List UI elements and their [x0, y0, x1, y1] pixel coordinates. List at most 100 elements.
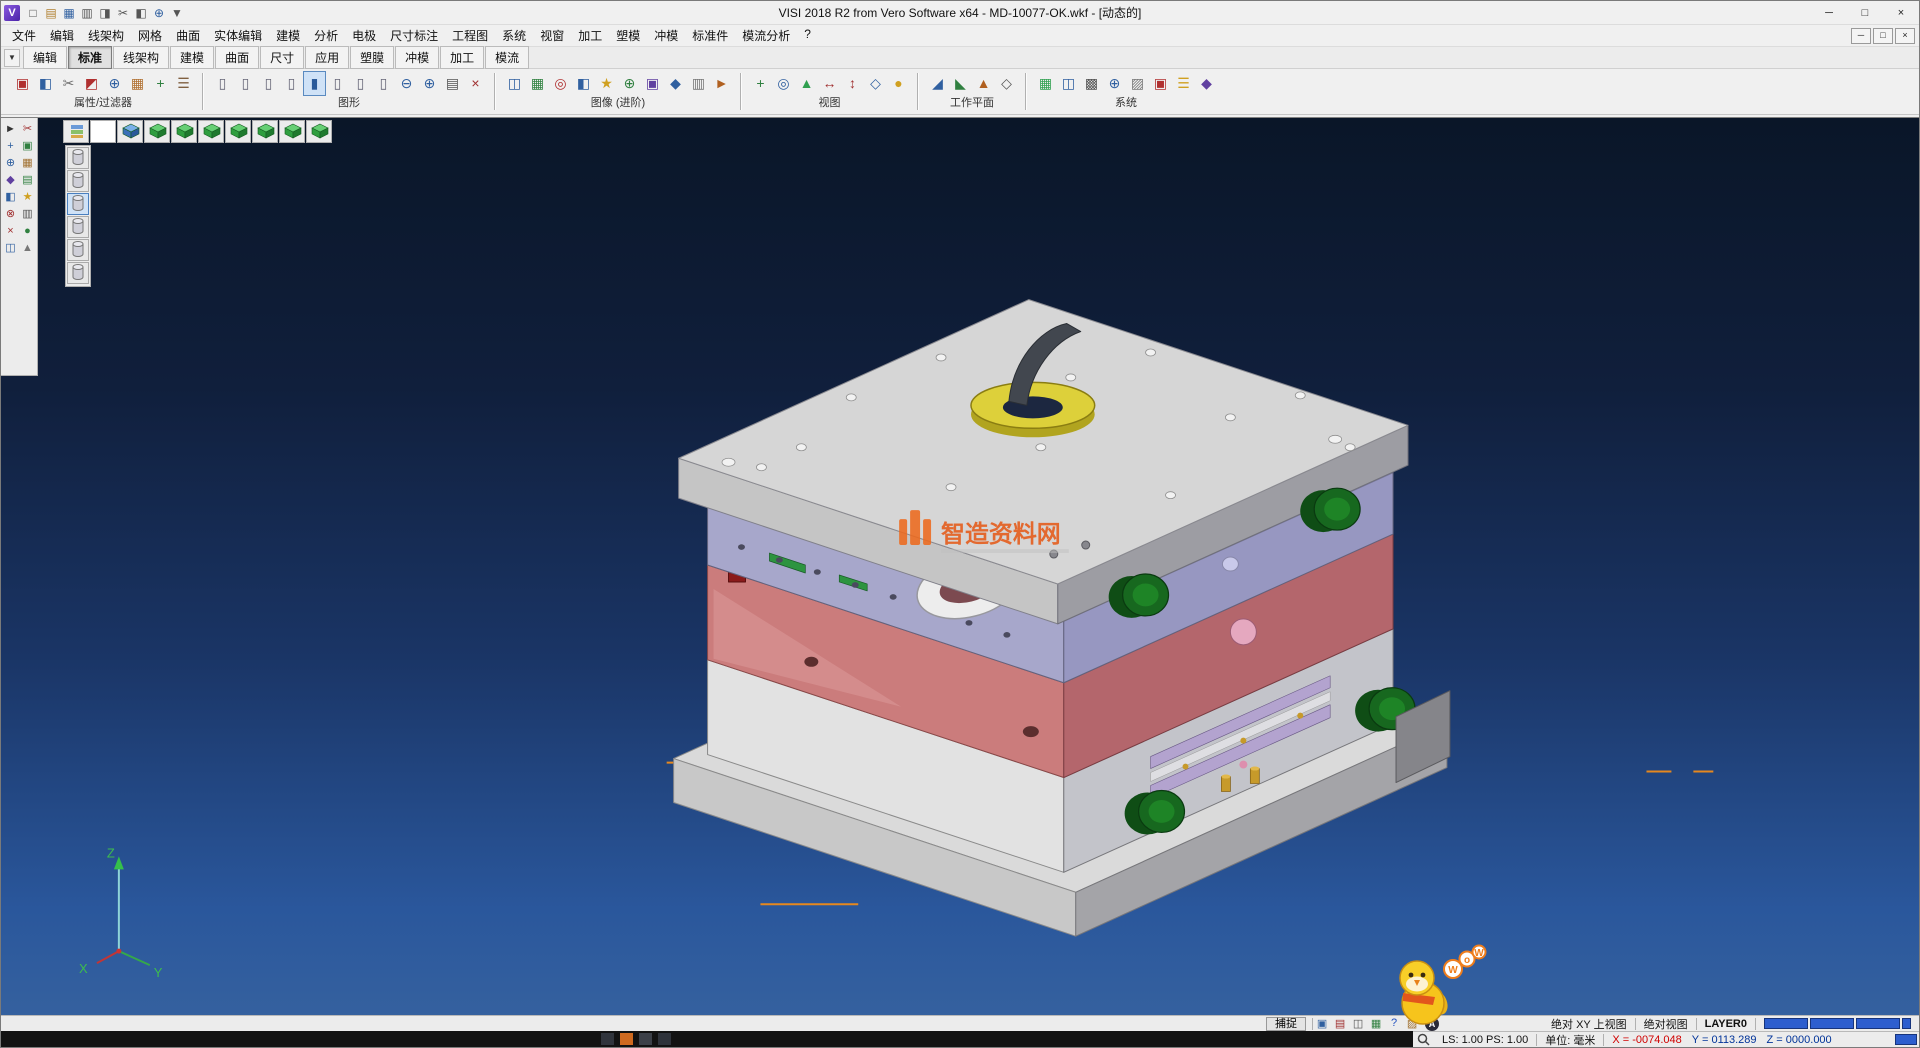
status-icon-1[interactable]: ▤ [1331, 1017, 1349, 1030]
absolute-view-label[interactable]: 绝对视图 [1636, 1016, 1696, 1032]
toolbar-icon-5-7[interactable]: ◆ [1195, 71, 1218, 96]
toolbar-icon-3-5[interactable]: ◇ [864, 71, 887, 96]
toolbar-icon-1-10[interactable]: ▤ [441, 71, 464, 96]
toolbar-icon-3-2[interactable]: ▲ [795, 71, 818, 96]
toolbar-icon-0-1[interactable]: ◧ [34, 71, 57, 96]
view-cube-icon-7[interactable] [252, 120, 278, 143]
toolbar-icon-1-6[interactable]: ▯ [349, 71, 372, 96]
toolbar-icon-2-4[interactable]: ★ [595, 71, 618, 96]
open-file-icon[interactable]: ▤ [42, 4, 60, 22]
toolbar-icon-1-5[interactable]: ▯ [326, 71, 349, 96]
sidebar-icon-10[interactable]: ⊗ [2, 205, 19, 222]
toolbar-icon-5-3[interactable]: ⊕ [1103, 71, 1126, 96]
filter-points[interactable] [67, 216, 89, 238]
toolbar-icon-1-8[interactable]: ⊖ [395, 71, 418, 96]
menu-item-9[interactable]: 尺寸标注 [383, 24, 445, 47]
annotation-badge[interactable]: A [1425, 1017, 1439, 1031]
toolbar-icon-1-9[interactable]: ⊕ [418, 71, 441, 96]
mold-assembly[interactable] [674, 300, 1450, 937]
sidebar-icon-3[interactable]: ▣ [19, 137, 36, 154]
toolbar-icon-5-0[interactable]: ▦ [1034, 71, 1057, 96]
toolbar-icon-0-3[interactable]: ◩ [80, 71, 103, 96]
new-file-icon[interactable]: □ [24, 4, 42, 22]
toolbar-icon-1-4[interactable]: ▮ [303, 71, 326, 96]
toolbar-icon-0-7[interactable]: ☰ [172, 71, 195, 96]
view-cube-blue-icon-2[interactable] [117, 120, 143, 143]
menu-item-2[interactable]: 线架构 [81, 24, 131, 47]
sidebar-icon-11[interactable]: ▥ [19, 205, 36, 222]
toolbar-icon-0-0[interactable]: ▣ [11, 71, 34, 96]
tab-7[interactable]: 塑膜 [350, 46, 394, 69]
sidebar-icon-4[interactable]: ⊕ [2, 154, 19, 171]
view-cube-icon-6[interactable] [225, 120, 251, 143]
view-orientation-label[interactable]: 绝对 XY 上视图 [1543, 1016, 1635, 1032]
toolbar-icon-1-11[interactable]: × [464, 71, 487, 96]
toolbar-icon-4-3[interactable]: ◇ [995, 71, 1018, 96]
menu-item-10[interactable]: 工程图 [445, 24, 495, 47]
viewport[interactable]: 智造资料网 Z X Y ►✂+▣⊕▦◆▤◧★⊗▥×●◫▲ [1, 117, 1920, 1017]
toolbar-icon-3-0[interactable]: + [749, 71, 772, 96]
menu-item-14[interactable]: 塑模 [609, 24, 647, 47]
toolbar-icon-5-5[interactable]: ▣ [1149, 71, 1172, 96]
menu-item-5[interactable]: 实体编辑 [207, 24, 269, 47]
menu-item-16[interactable]: 标准件 [685, 24, 735, 47]
sidebar-icon-0[interactable]: ► [2, 120, 19, 137]
sidebar-icon-6[interactable]: ◆ [2, 171, 19, 188]
snap-toggle-button[interactable]: 捕捉 [1266, 1017, 1306, 1031]
filter-dimensions[interactable] [67, 239, 89, 261]
toolbar-icon-0-2[interactable]: ✂ [57, 71, 80, 96]
menu-item-12[interactable]: 视窗 [533, 24, 571, 47]
toolbar-icon-2-1[interactable]: ▦ [526, 71, 549, 96]
view-layers-icon-0[interactable] [63, 120, 89, 143]
filter-wireframe[interactable] [67, 193, 89, 215]
tab-5[interactable]: 尺寸 [260, 46, 304, 69]
toolbar-icon-3-4[interactable]: ↕ [841, 71, 864, 96]
menu-item-6[interactable]: 建模 [269, 24, 307, 47]
view-cube-icon-9[interactable] [306, 120, 332, 143]
mdi-close-button[interactable]: × [1895, 28, 1915, 44]
toolbar-icon-1-3[interactable]: ▯ [280, 71, 303, 96]
tab-8[interactable]: 冲模 [395, 46, 439, 69]
taskbar-icon-3[interactable] [658, 1033, 671, 1045]
sidebar-icon-1[interactable]: ✂ [19, 120, 36, 137]
cut-icon[interactable]: ✂ [114, 4, 132, 22]
menu-item-4[interactable]: 曲面 [169, 24, 207, 47]
close-button[interactable]: × [1883, 1, 1919, 24]
toolbar-icon-2-6[interactable]: ▣ [641, 71, 664, 96]
menu-item-18[interactable]: ? [797, 24, 818, 47]
menu-item-3[interactable]: 网格 [131, 24, 169, 47]
menu-item-7[interactable]: 分析 [307, 24, 345, 47]
sidebar-icon-8[interactable]: ◧ [2, 188, 19, 205]
view-cube-icon-8[interactable] [279, 120, 305, 143]
taskbar-icon-1[interactable] [620, 1033, 633, 1045]
toolbar-icon-0-6[interactable]: + [149, 71, 172, 96]
view-cube-icon-4[interactable] [171, 120, 197, 143]
maximize-button[interactable]: □ [1847, 1, 1883, 24]
tab-6[interactable]: 应用 [305, 46, 349, 69]
tab-1[interactable]: 标准 [68, 46, 112, 69]
tab-dropdown-icon[interactable]: ▼ [4, 49, 20, 67]
save-file-icon[interactable]: ▦ [60, 4, 78, 22]
tab-9[interactable]: 加工 [440, 46, 484, 69]
toolbar-icon-4-0[interactable]: ◢ [926, 71, 949, 96]
tab-2[interactable]: 线架构 [113, 46, 169, 69]
preview-icon[interactable]: ◨ [96, 4, 114, 22]
view-cube-icon-5[interactable] [198, 120, 224, 143]
print-icon[interactable]: ▥ [78, 4, 96, 22]
toolbar-icon-2-5[interactable]: ⊕ [618, 71, 641, 96]
menu-item-0[interactable]: 文件 [5, 24, 43, 47]
toolbar-icon-3-1[interactable]: ◎ [772, 71, 795, 96]
menu-item-11[interactable]: 系统 [495, 24, 533, 47]
toolbar-icon-3-3[interactable]: ↔ [818, 71, 841, 96]
menu-item-1[interactable]: 编辑 [43, 24, 81, 47]
toolbar-icon-1-1[interactable]: ▯ [234, 71, 257, 96]
toolbar-icon-5-6[interactable]: ☰ [1172, 71, 1195, 96]
menu-item-13[interactable]: 加工 [571, 24, 609, 47]
toolbar-icon-0-5[interactable]: ▦ [126, 71, 149, 96]
quickbar-caret-icon[interactable]: ▼ [168, 4, 186, 22]
sidebar-icon-13[interactable]: ● [19, 222, 36, 239]
view-blank-icon-1[interactable] [90, 120, 116, 143]
mdi-minimize-button[interactable]: ─ [1851, 28, 1871, 44]
status-icon-0[interactable]: ▣ [1313, 1017, 1331, 1030]
tab-10[interactable]: 模流 [485, 46, 529, 69]
